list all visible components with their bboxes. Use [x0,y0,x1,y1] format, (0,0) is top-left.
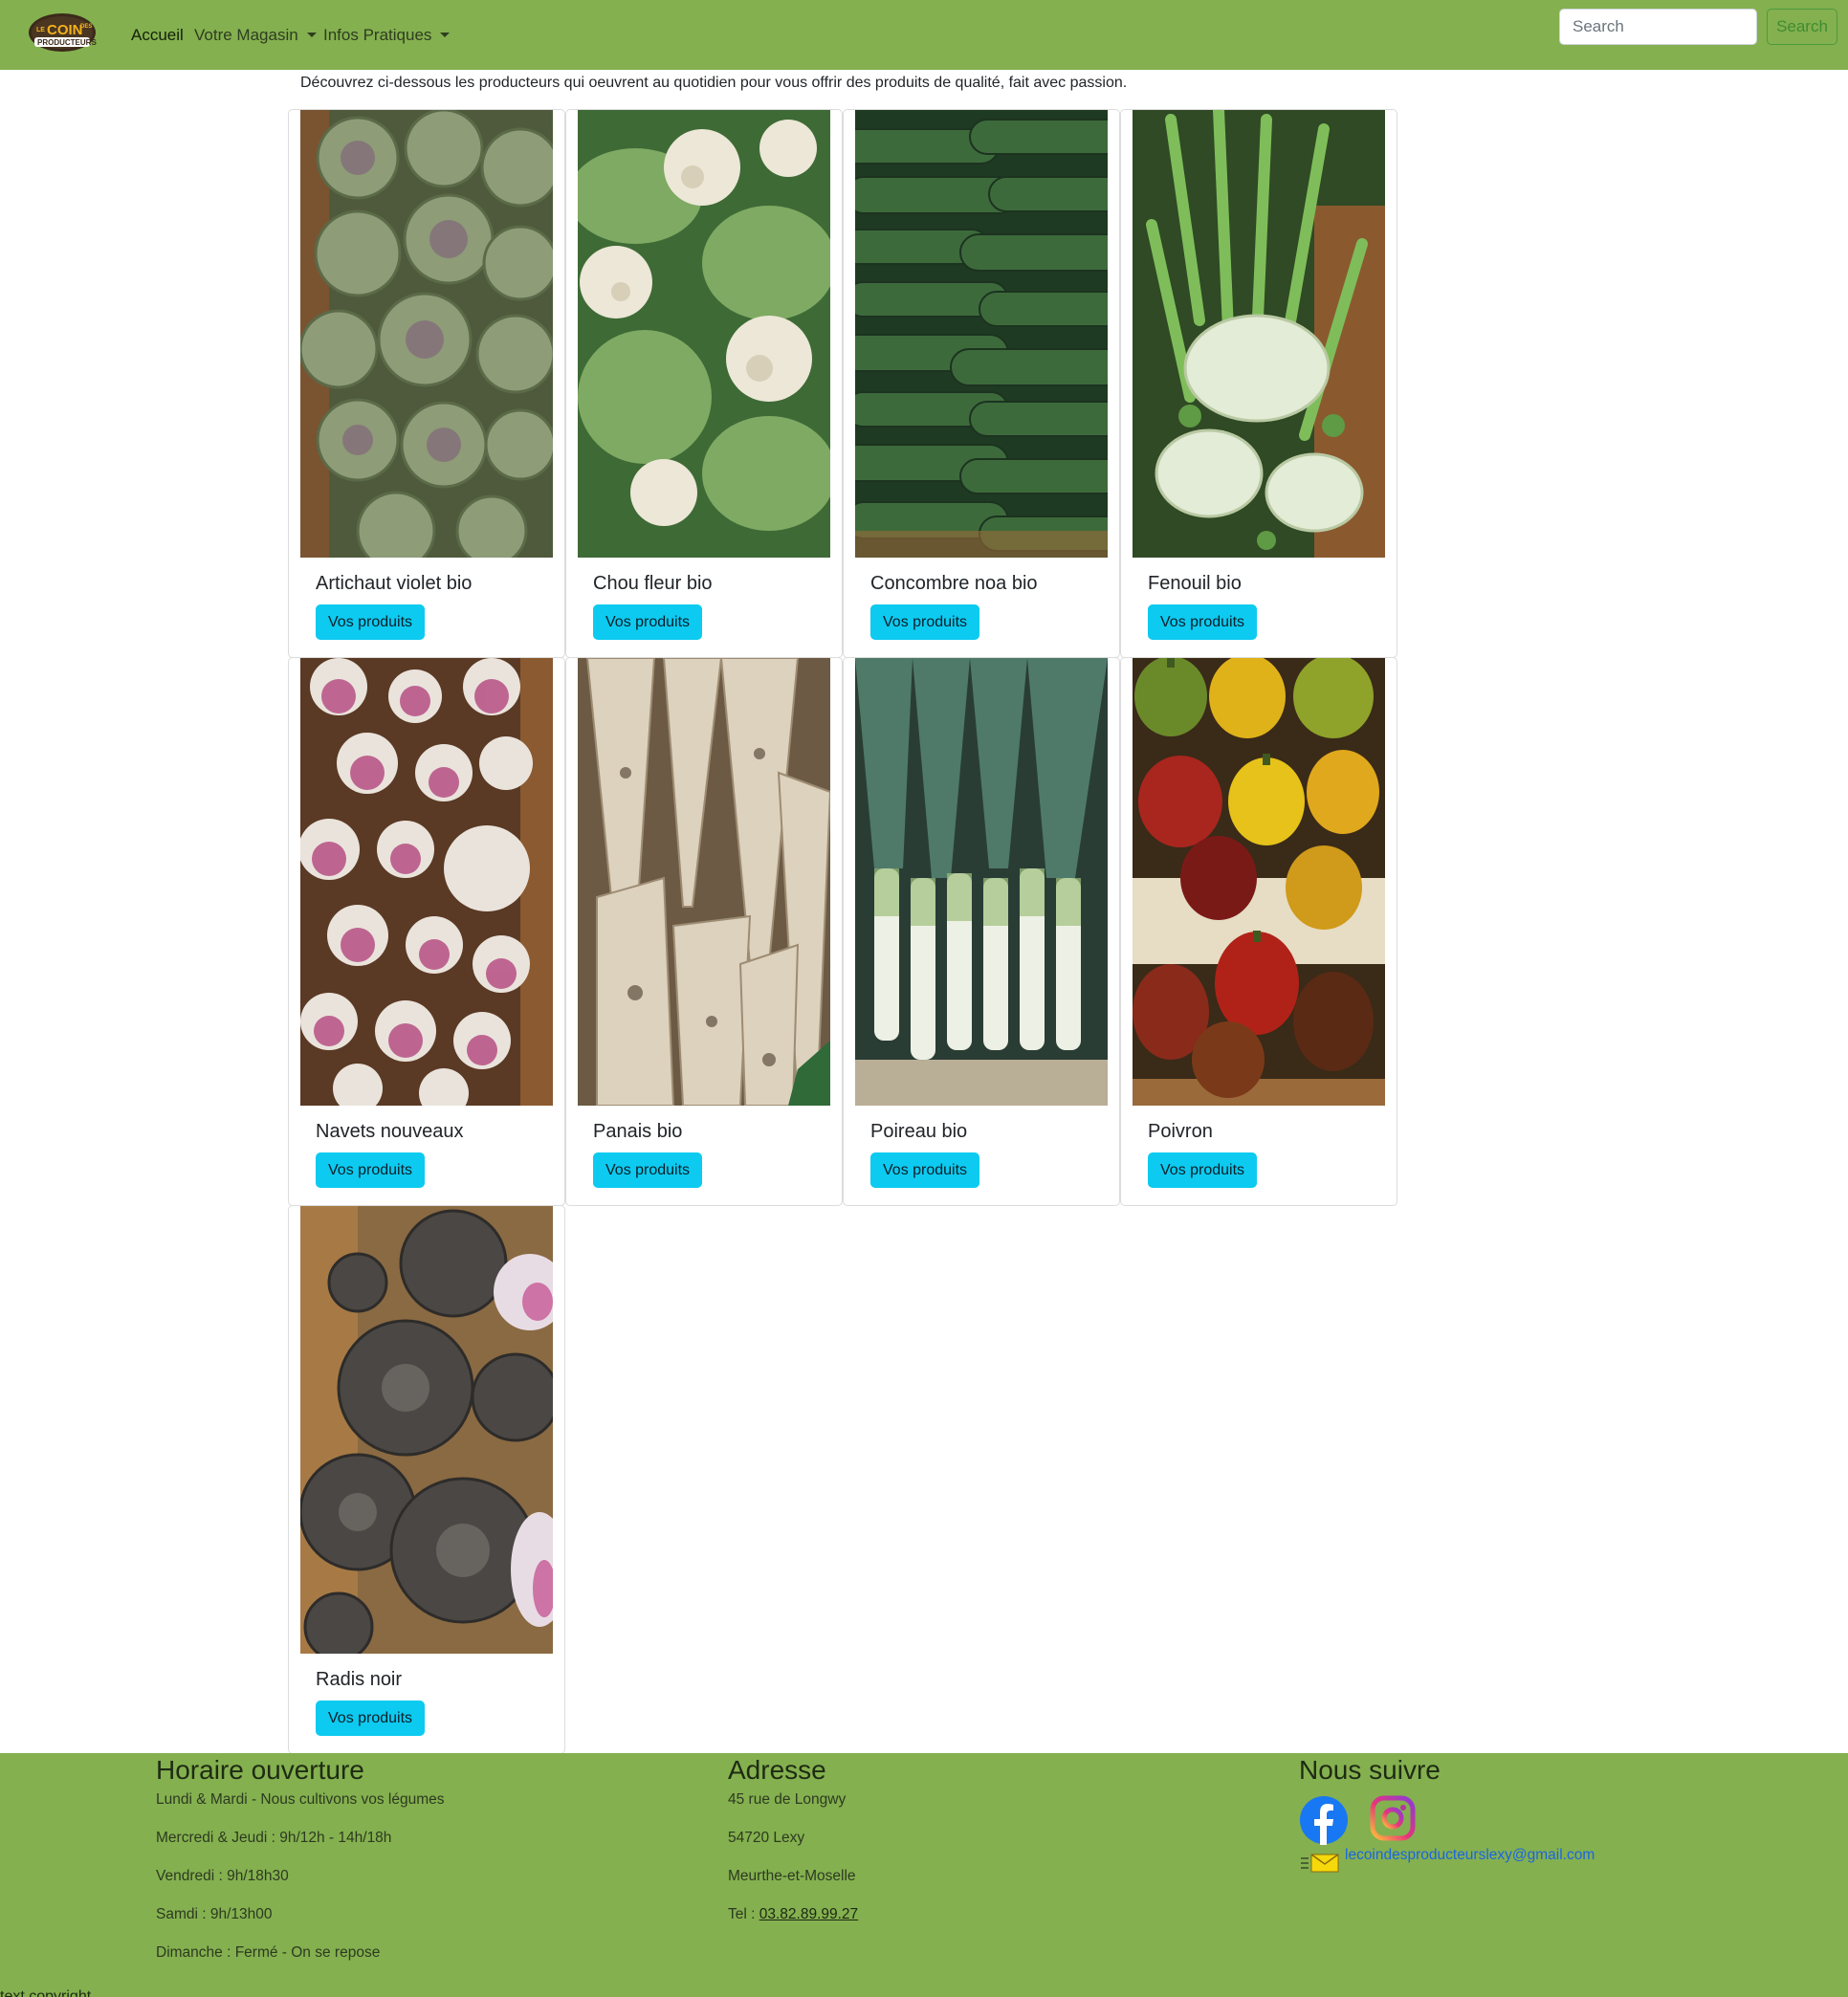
nav-dropdown-label: Votre Magasin [194,26,298,44]
parsnip-photo [578,658,830,1106]
product-title: Panais bio [593,1121,683,1142]
footer-social: Nous suivre lecoindesproducteurslexy@gma… [1299,1753,1682,1887]
footer: Horaire ouverture Lundi & Mardi - Nous c… [0,1753,1848,1997]
phone-link[interactable]: 03.82.89.99.27 [759,1906,858,1922]
search-button[interactable]: Search [1767,9,1837,45]
cauliflower-photo [578,110,830,558]
caret-down-icon [306,33,317,37]
svg-text:DES: DES [80,24,92,30]
product-card: Poivron Vos produits [1120,657,1397,1206]
footer-hours-heading: Horaire ouverture [156,1755,364,1785]
pepper-photo [1133,658,1385,1106]
svg-text:LE: LE [36,27,45,33]
cucumber-photo [855,110,1108,558]
footer-address: Adresse 45 rue de Longwy 54720 Lexy Meur… [728,1753,858,1934]
product-title: Radis noir [316,1669,403,1690]
product-card: Poireau bio Vos produits [843,657,1120,1206]
vos-produits-button[interactable]: Vos produits [870,1152,980,1188]
mail-icon [1301,1854,1339,1873]
black-radish-photo [300,1206,553,1654]
vos-produits-button[interactable]: Vos produits [316,1701,426,1736]
address-line: 54720 Lexy [728,1830,805,1846]
email-link[interactable]: lecoindesproducteurslexy@gmail.com [1345,1847,1595,1864]
product-card: Radis noir Vos produits [288,1205,565,1754]
hours-line: Dimanche : Fermé - On se repose [156,1944,381,1961]
vos-produits-button[interactable]: Vos produits [870,604,980,640]
vos-produits-button[interactable]: Vos produits [593,604,703,640]
nav-link-accueil[interactable]: Accueil [131,25,184,46]
copyright-text: text copyright [0,1988,92,1997]
vos-produits-button[interactable]: Vos produits [316,1152,426,1188]
navbar: LE COIN DES PRODUCTEURS Accueil Votre Ma… [0,0,1848,70]
artichoke-photo [300,110,553,558]
product-title: Artichaut violet bio [316,573,473,594]
instagram-icon[interactable] [1370,1795,1416,1841]
intro-text: Découvrez ci-dessous les producteurs qui… [300,75,1128,91]
nav-dropdown-infos-pratiques[interactable]: Infos Pratiques [323,25,451,46]
vos-produits-button[interactable]: Vos produits [1148,1152,1258,1188]
hours-line: Samdi : 9h/13h00 [156,1906,273,1922]
product-card: Concombre noa bio Vos produits [843,109,1120,658]
hours-line: Lundi & Mardi - Nous cultivons vos légum… [156,1791,445,1808]
footer-address-heading: Adresse [728,1755,826,1785]
address-line: 45 rue de Longwy [728,1791,847,1808]
caret-down-icon [440,33,451,37]
product-card: Chou fleur bio Vos produits [565,109,843,658]
footer-social-heading: Nous suivre [1299,1755,1441,1785]
hours-line: Mercredi & Jeudi : 9h/12h - 14h/18h [156,1830,392,1846]
svg-text:COIN: COIN [47,22,83,38]
vos-produits-button[interactable]: Vos produits [593,1152,703,1188]
product-title: Concombre noa bio [870,573,1038,594]
nav-dropdown-votre-magasin[interactable]: Votre Magasin [194,25,317,46]
product-card: Fenouil bio Vos produits [1120,109,1397,658]
product-card: Artichaut violet bio Vos produits [288,109,565,658]
product-card: Panais bio Vos produits [565,657,843,1206]
facebook-icon[interactable] [1299,1795,1349,1845]
footer-hours: Horaire ouverture Lundi & Mardi - Nous c… [156,1753,445,1972]
search-input[interactable] [1559,9,1757,45]
nav-dropdown-label: Infos Pratiques [323,26,432,44]
product-title: Fenouil bio [1148,573,1242,594]
fennel-photo [1133,110,1385,558]
hours-line: Vendredi : 9h/18h30 [156,1868,289,1884]
product-card: Navets nouveaux Vos produits [288,657,565,1206]
product-title: Poivron [1148,1121,1213,1142]
turnip-photo [300,658,553,1106]
vos-produits-button[interactable]: Vos produits [316,604,426,640]
product-title: Chou fleur bio [593,573,713,594]
product-title: Poireau bio [870,1121,968,1142]
brand-logo[interactable]: LE COIN DES PRODUCTEURS [27,11,98,54]
product-title: Navets nouveaux [316,1121,464,1142]
phone-label: Tel : [728,1906,759,1922]
svg-text:PRODUCTEURS: PRODUCTEURS [37,38,97,47]
leek-photo [855,658,1108,1106]
address-line: Meurthe-et-Moselle [728,1868,856,1884]
phone-line: Tel : 03.82.89.99.27 [728,1905,858,1934]
vos-produits-button[interactable]: Vos produits [1148,604,1258,640]
